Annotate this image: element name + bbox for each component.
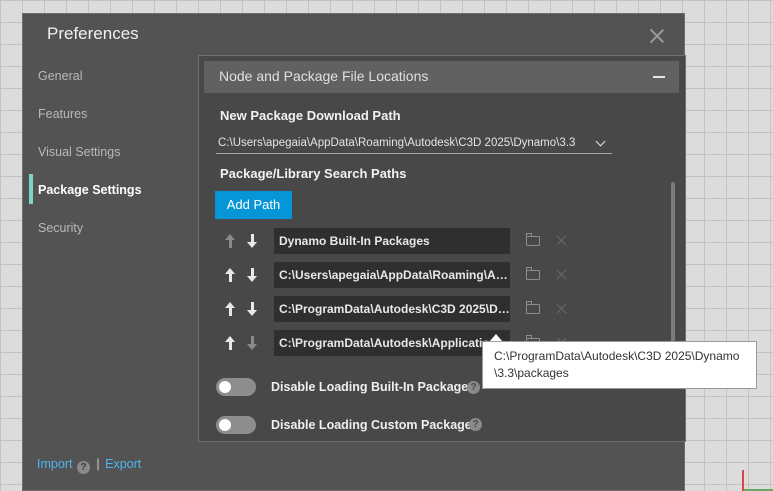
import-link[interactable]: Import [37,457,72,471]
download-path-label: New Package Download Path [220,108,401,123]
remove-path-icon[interactable] [556,268,568,280]
path-row: C:\Users\apegaia\AppData\Roaming\Autodes… [199,262,679,288]
nav-item-visual-settings[interactable]: Visual Settings [38,145,120,159]
file-locations-expander[interactable]: Node and Package File Locations [204,61,679,93]
folder-icon[interactable] [526,267,540,280]
help-icon[interactable]: ? [76,461,90,474]
path-field[interactable]: Dynamo Built-In Packages [274,228,510,254]
disable-builtin-toggle[interactable] [216,378,256,396]
nav-item-features[interactable]: Features [38,107,87,121]
move-up-arrow-icon[interactable] [225,336,235,350]
move-up-arrow-icon[interactable] [225,268,235,282]
move-up-arrow-icon[interactable] [225,234,235,248]
dialog-title: Preferences [47,24,139,43]
download-path-dropdown[interactable]: C:\Users\apegaia\AppData\Roaming\Autodes… [216,135,612,154]
path-field[interactable]: C:\ProgramData\Autodesk\C3D 2025\Dynamo\… [274,296,510,322]
remove-path-icon[interactable] [556,302,568,314]
remove-path-icon[interactable] [556,234,568,246]
import-export-links: Import ? | Export [37,457,141,474]
preferences-dialog: Preferences General Features Visual Sett… [22,13,686,491]
help-icon[interactable]: ? [469,418,482,431]
toggle-knob [219,381,231,393]
collapse-icon[interactable] [653,76,665,78]
folder-icon[interactable] [526,233,540,246]
nav-item-security[interactable]: Security [38,221,83,235]
move-down-arrow-icon[interactable] [247,268,257,282]
move-down-arrow-icon[interactable] [247,336,257,350]
viewport-axis-y [742,470,744,491]
path-field[interactable]: C:\ProgramData\Autodesk\ApplicationPlugi… [274,330,510,356]
disable-builtin-label: Disable Loading Built-In Packages [271,380,476,394]
active-nav-marker [29,174,33,204]
separator: | [96,457,100,471]
path-field[interactable]: C:\Users\apegaia\AppData\Roaming\Autodes… [274,262,510,288]
nav-item-general[interactable]: General [38,69,82,83]
nav-item-package-settings[interactable]: Package Settings [38,183,142,197]
move-down-arrow-icon[interactable] [247,234,257,248]
folder-icon[interactable] [526,301,540,314]
move-up-arrow-icon[interactable] [225,302,235,316]
vertical-scrollbar[interactable] [671,182,675,354]
path-row: Dynamo Built-In Packages [199,228,679,254]
path-tooltip: C:\ProgramData\Autodesk\C3D 2025\Dynamo … [482,341,757,389]
add-path-button[interactable]: Add Path [215,191,292,219]
toggle-knob [219,419,231,431]
expander-title: Node and Package File Locations [219,68,429,84]
download-path-value: C:\Users\apegaia\AppData\Roaming\Autodes… [218,137,576,149]
chevron-down-icon [595,136,606,147]
path-row: C:\ProgramData\Autodesk\C3D 2025\Dynamo\… [199,296,679,322]
close-icon[interactable] [647,26,667,46]
tooltip-line: \3.3\packages [494,366,569,380]
search-paths-label: Package/Library Search Paths [220,166,407,181]
disable-custom-toggle[interactable] [216,416,256,434]
export-link[interactable]: Export [105,457,141,471]
move-down-arrow-icon[interactable] [247,302,257,316]
help-icon[interactable]: ? [467,381,480,394]
tooltip-line: C:\ProgramData\Autodesk\C3D 2025\Dynamo [494,349,740,363]
disable-custom-label: Disable Loading Custom Packages [271,418,479,432]
